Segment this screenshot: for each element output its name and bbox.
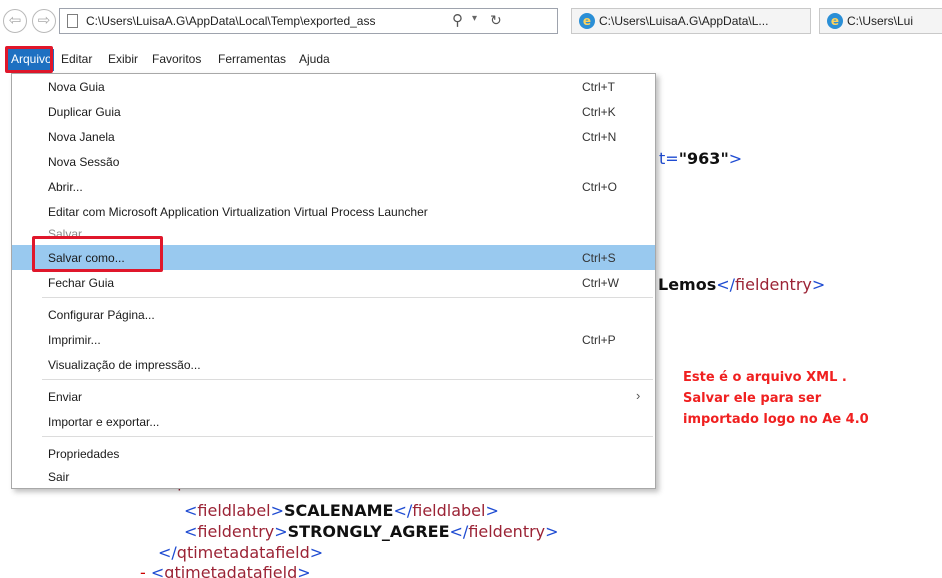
menu-favoritos[interactable]: Favoritos [152, 52, 201, 66]
menu-item-visualizacao-impressao[interactable]: Visualização de impressão... [12, 352, 655, 377]
xml-value: STRONGLY_AGREE [287, 522, 450, 541]
menu-item-shortcut: Ctrl+P [582, 333, 616, 347]
browser-tab-2[interactable]: e C:\Users\Lui [819, 8, 942, 34]
address-bar[interactable]: C:\Users\LuisaA.G\AppData\Local\Temp\exp… [59, 8, 558, 34]
menu-item-sair[interactable]: Sair [12, 464, 655, 489]
menu-item-enviar[interactable]: Enviar › [12, 384, 655, 409]
menu-item-label: Importar e exportar... [48, 415, 160, 429]
menu-separator [42, 379, 653, 380]
menu-item-label: Propriedades [48, 447, 120, 461]
menu-item-nova-janela[interactable]: Nova Janela Ctrl+N [12, 124, 655, 149]
menu-editar[interactable]: Editar [61, 52, 92, 66]
annotation-line-2: Salvar ele para ser [683, 391, 822, 406]
xml-line-close: </qtimetadatafield> [158, 543, 324, 562]
search-icon[interactable]: ⚲ [452, 11, 463, 29]
browser-tab-1[interactable]: e C:\Users\LuisaA.G\AppData\L... [571, 8, 811, 34]
menu-item-label: Editar com Microsoft Application Virtual… [48, 205, 428, 219]
menu-item-shortcut: Ctrl+K [582, 105, 616, 119]
xml-tag: qtimetadatafield [164, 563, 298, 578]
menu-item-label: Visualização de impressão... [48, 358, 201, 372]
xml-tag: fieldentry [197, 522, 275, 541]
menu-item-nova-guia[interactable]: Nova Guia Ctrl+T [12, 74, 655, 99]
xml-value: SCALENAME [284, 501, 394, 520]
xml-tag: fieldentry [468, 522, 546, 541]
title-bar: ⇦ ⇨ C:\Users\LuisaA.G\AppData\Local\Temp… [0, 0, 942, 46]
back-button[interactable]: ⇦ [3, 9, 27, 33]
xml-line-fieldlabel: <fieldlabel>SCALENAME</fieldlabel> [184, 501, 499, 520]
xml-value: Lemos [658, 275, 717, 294]
arrow-left-icon: ⇦ [8, 12, 22, 29]
collapse-dash[interactable]: - [140, 563, 146, 578]
chevron-right-icon: › [636, 388, 641, 403]
menu-item-configurar-pagina[interactable]: Configurar Página... [12, 302, 655, 327]
menu-separator [42, 297, 653, 298]
annotation-line-3: importado logo no Ae 4.0 [683, 412, 869, 427]
xml-line-attribute: t="963"> [659, 149, 743, 168]
menu-exibir[interactable]: Exibir [108, 52, 138, 66]
menu-item-label: Nova Janela [48, 130, 115, 144]
menu-item-label: Sair [48, 470, 70, 484]
xml-tag: fieldentry [735, 275, 812, 294]
menu-separator [42, 436, 653, 437]
xml-line-fieldentry-2: <fieldentry>STRONGLY_AGREE</fieldentry> [184, 522, 559, 541]
address-text[interactable]: C:\Users\LuisaA.G\AppData\Local\Temp\exp… [86, 14, 448, 28]
file-menu-dropdown: Nova Guia Ctrl+T Duplicar Guia Ctrl+K No… [11, 73, 656, 489]
menu-item-label: Abrir... [48, 180, 83, 194]
menu-item-importar-exportar[interactable]: Importar e exportar... [12, 409, 655, 434]
menu-item-shortcut: Ctrl+T [582, 80, 615, 94]
menu-item-shortcut: Ctrl+W [582, 276, 619, 290]
menu-item-imprimir[interactable]: Imprimir... Ctrl+P [12, 327, 655, 352]
menu-item-label: Duplicar Guia [48, 105, 121, 119]
menu-item-label: Fechar Guia [48, 276, 115, 290]
menu-item-label: Imprimir... [48, 333, 101, 347]
tab-label: C:\Users\Lui [847, 14, 914, 28]
xml-tag: fieldlabel [197, 501, 271, 520]
annotation-note: Este é o arquivo XML . Salvar ele para s… [683, 367, 869, 430]
menu-item-abrir[interactable]: Abrir... Ctrl+O [12, 174, 655, 199]
xml-value: "963" [678, 149, 729, 168]
menu-item-propriedades[interactable]: Propriedades [12, 441, 655, 466]
refresh-icon[interactable]: ↻ [490, 12, 502, 29]
callout-box-salvar-como [32, 236, 163, 272]
ie-logo-icon: e [579, 13, 595, 29]
tab-label: C:\Users\LuisaA.G\AppData\L... [599, 14, 769, 28]
menu-item-shortcut: Ctrl+S [582, 251, 616, 265]
xml-line-fieldentry: Lemos</fieldentry> [658, 275, 826, 294]
annotation-line-1: Este é o arquivo XML . [683, 370, 847, 385]
menu-item-label: Configurar Página... [48, 308, 155, 322]
menu-item-label: Enviar [48, 390, 83, 404]
xml-tag: qtimetadatafield [176, 543, 310, 562]
xml-tag: fieldlabel [412, 501, 486, 520]
menu-item-duplicar-guia[interactable]: Duplicar Guia Ctrl+K [12, 99, 655, 124]
menu-item-fechar-guia[interactable]: Fechar Guia Ctrl+W [12, 270, 655, 295]
menu-item-shortcut: Ctrl+O [582, 180, 618, 194]
menu-item-label: Nova Sessão [48, 155, 120, 169]
arrow-right-icon: ⇨ [37, 12, 51, 29]
callout-box-arquivo [5, 46, 53, 73]
chevron-down-icon[interactable]: ▾ [472, 13, 477, 24]
menu-ferramentas[interactable]: Ferramentas [218, 52, 286, 66]
menu-ajuda[interactable]: Ajuda [299, 52, 330, 66]
ie-logo-icon: e [827, 13, 843, 29]
menu-bar: Arquivo Editar Exibir Favoritos Ferramen… [0, 46, 942, 73]
menu-item-nova-sessao[interactable]: Nova Sessão [12, 149, 655, 174]
menu-item-shortcut: Ctrl+N [582, 130, 617, 144]
forward-button[interactable]: ⇨ [32, 9, 56, 33]
xml-line-next: - <qtimetadatafield> [140, 563, 311, 578]
page-icon [67, 14, 78, 28]
menu-item-label: Nova Guia [48, 80, 105, 94]
